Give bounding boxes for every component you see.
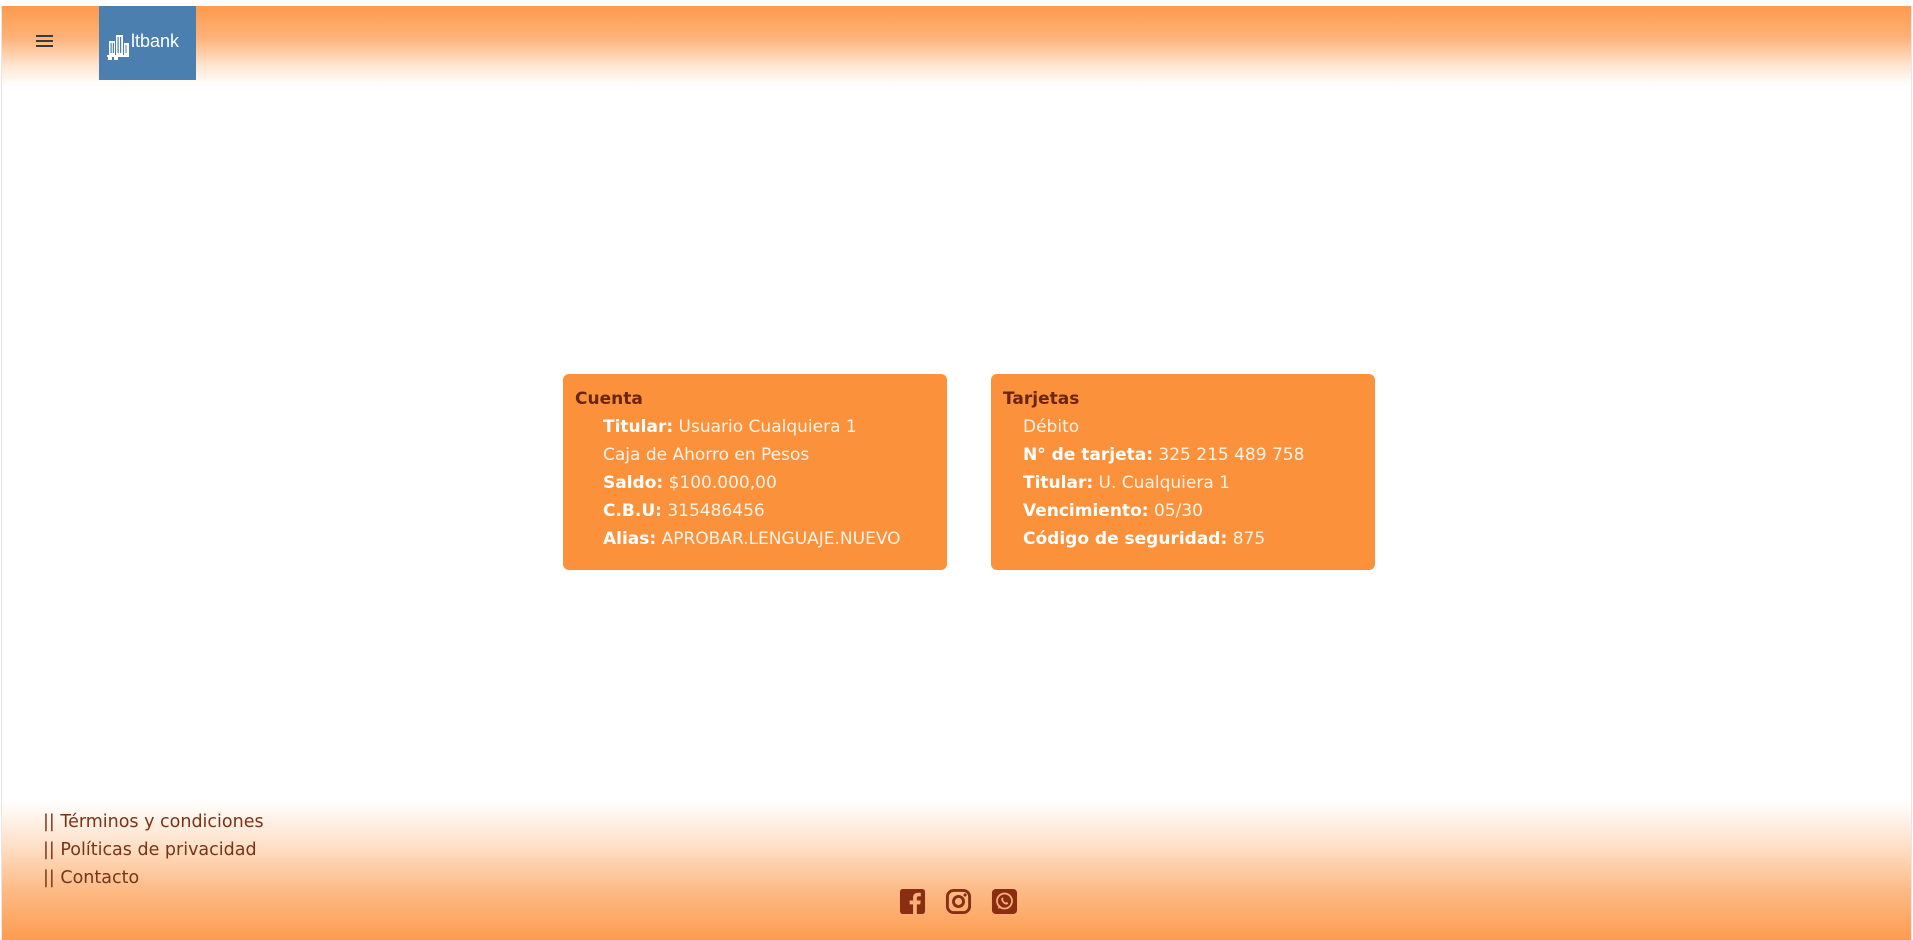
card-number: N° de tarjeta: 325 215 489 758 xyxy=(1023,445,1305,465)
card-type: Débito xyxy=(1023,417,1080,437)
account-card-title: Cuenta xyxy=(575,389,643,409)
contact-link[interactable]: || Contacto xyxy=(43,864,264,892)
terms-link[interactable]: || Términos y condiciones xyxy=(43,808,264,836)
cards-card-title: Tarjetas xyxy=(1003,389,1080,409)
building-logo-icon xyxy=(107,35,129,60)
instagram-icon[interactable] xyxy=(945,888,972,915)
privacy-link[interactable]: || Políticas de privacidad xyxy=(43,836,264,864)
facebook-icon[interactable] xyxy=(899,888,926,915)
logo-text: ltbank xyxy=(131,30,180,51)
card-holder: Titular: U. Cualquiera 1 xyxy=(1023,473,1230,493)
cards-card: Tarjetas Débito N° de tarjeta: 325 215 4… xyxy=(991,374,1375,570)
footer-links: || Términos y condiciones || Políticas d… xyxy=(43,808,264,892)
account-card: Cuenta Titular: Usuario Cualquiera 1 Caj… xyxy=(563,374,947,570)
card-expiry: Vencimiento: 05/30 xyxy=(1023,501,1203,521)
hamburger-menu-icon[interactable] xyxy=(35,33,55,49)
page-frame: ltbank Cuenta Titular: Usuario Cualquier… xyxy=(1,6,1912,940)
footer: || Términos y condiciones || Políticas d… xyxy=(2,800,1911,940)
account-alias: Alias: APROBAR.LENGUAJE.NUEVO xyxy=(603,529,901,549)
social-icons xyxy=(899,888,1018,915)
whatsapp-icon[interactable] xyxy=(991,888,1018,915)
logo[interactable]: ltbank xyxy=(99,6,196,80)
header: ltbank xyxy=(2,6,1911,86)
card-security-code: Código de seguridad: 875 xyxy=(1023,529,1266,549)
account-type: Caja de Ahorro en Pesos xyxy=(603,445,810,465)
account-balance: Saldo: $100.000,00 xyxy=(603,473,777,493)
account-cbu: C.B.U: 315486456 xyxy=(603,501,765,521)
account-holder: Titular: Usuario Cualquiera 1 xyxy=(603,417,857,437)
